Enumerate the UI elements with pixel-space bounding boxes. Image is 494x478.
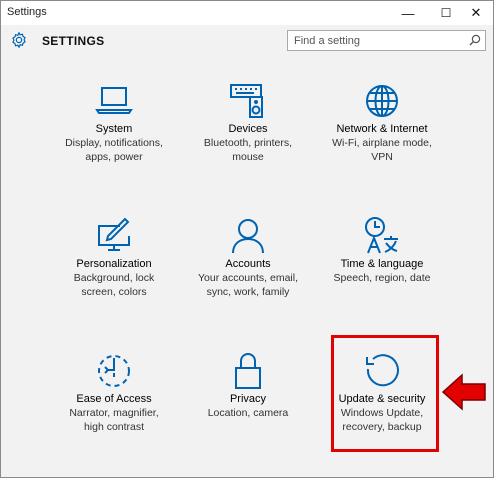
tile-name: Ease of Access [76,393,152,405]
tile-time-language[interactable]: Time & language Speech, region, date [307,216,457,336]
tile-description: Background, lock screen, colors [73,272,155,298]
lock-icon [235,353,261,389]
tile-name: Accounts [225,258,271,270]
gear-icon [12,31,26,49]
clock-language-icon [365,217,398,254]
maximize-button[interactable]: ☐ [429,1,463,25]
window-title: Settings [7,6,47,18]
search-icon[interactable] [469,34,481,46]
tile-name: Personalization [76,258,152,270]
globe-icon [366,85,398,117]
tile-name: Devices [228,123,268,135]
ease-of-access-icon [98,355,130,387]
tile-personalization[interactable]: Personalization Background, lock screen, … [39,216,189,336]
tile-description: Wi-Fi, airplane mode, VPN [332,137,432,163]
tile-description: Bluetooth, printers, mouse [203,137,293,163]
settings-window: Settings — ☐ ✕ SETTINGS System D [0,0,494,478]
page-title: SETTINGS [42,34,105,48]
keyboard-speaker-icon [230,84,263,118]
tile-network-internet[interactable]: Network & Internet Wi-Fi, airplane mode,… [307,81,457,201]
tile-system[interactable]: System Display, notifications, apps, powe… [39,81,189,201]
tile-name: Network & Internet [336,123,428,135]
minimize-button[interactable]: — [391,1,425,25]
title-bar: Settings — ☐ ✕ [1,1,493,25]
tile-name: Privacy [229,393,267,405]
tile-privacy[interactable]: Privacy Location, camera [173,351,323,471]
tile-description: Narrator, magnifier, high contrast [69,407,159,433]
search-box[interactable] [287,30,486,51]
pointer-arrow-icon [441,373,486,411]
highlight-box [331,335,439,452]
tile-description: Display, notifications, apps, power [65,137,163,163]
tile-name: System [95,123,133,135]
tile-description: Your accounts, email, sync, work, family [197,272,298,298]
tile-ease-of-access[interactable]: Ease of Access Narrator, magnifier, high … [39,351,189,471]
laptop-icon [95,87,133,114]
search-input[interactable] [288,31,466,50]
paint-monitor-icon [98,217,130,251]
tile-accounts[interactable]: Accounts Your accounts, email, sync, work… [173,216,323,336]
tile-description: Speech, region, date [333,272,431,284]
tile-description: Location, camera [207,407,289,419]
tile-name: Time & language [340,258,424,270]
close-button[interactable]: ✕ [459,1,493,25]
tile-devices[interactable]: Devices Bluetooth, printers, mouse [173,81,323,201]
person-icon [232,219,264,254]
